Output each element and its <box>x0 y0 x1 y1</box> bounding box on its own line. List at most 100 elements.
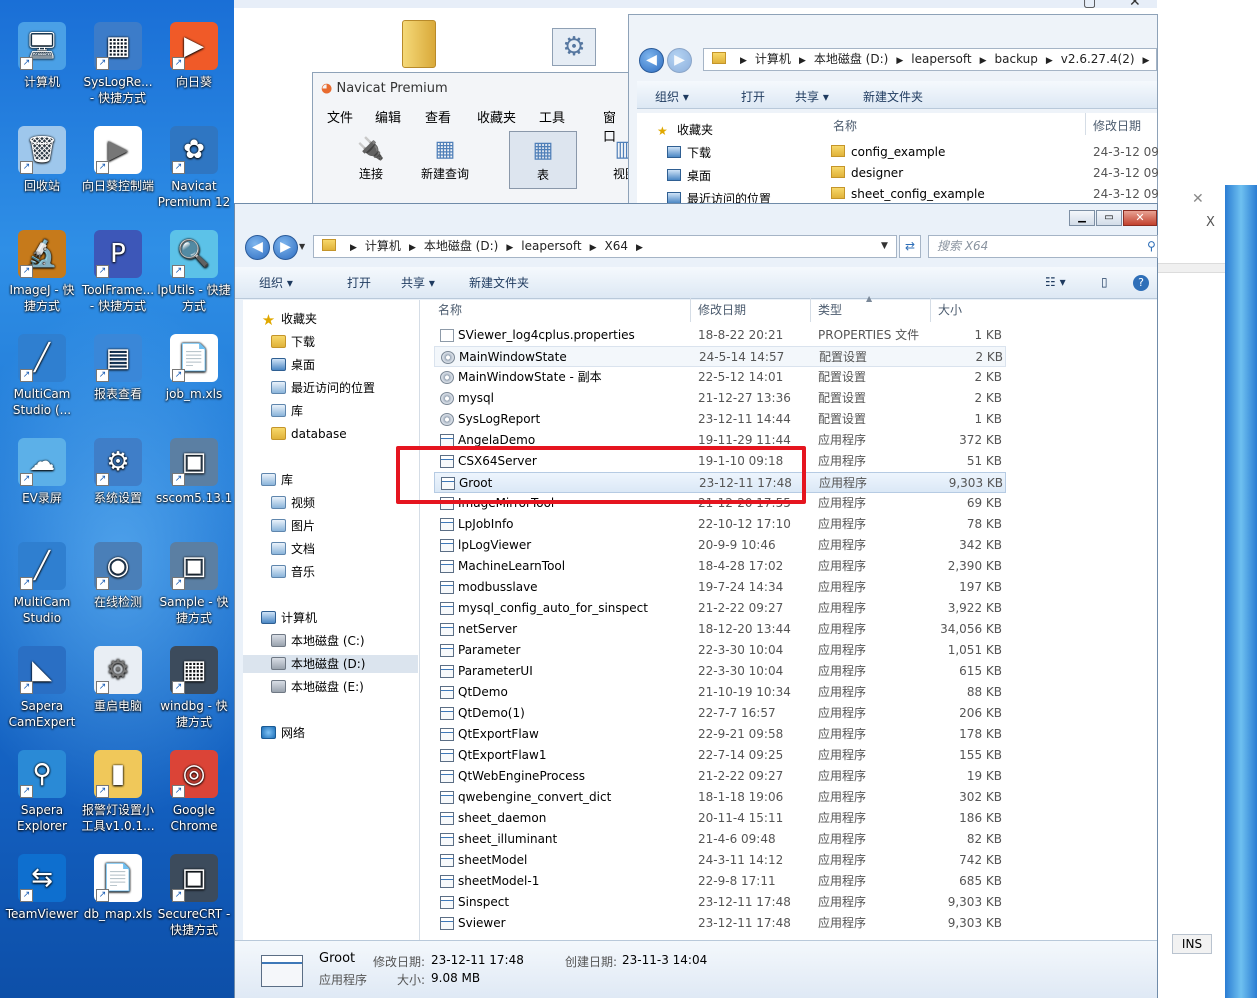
nav-item[interactable]: 下载 <box>271 333 315 351</box>
column-header-type[interactable]: 类型 <box>818 298 842 322</box>
nav-item[interactable]: 本地磁盘 (E:) <box>271 678 364 696</box>
file-row[interactable]: mysql 21-12-27 13:36 配置设置 2 KB <box>434 388 1006 409</box>
back-button[interactable]: ◀ <box>639 48 664 73</box>
menu-item[interactable]: 文件 <box>327 107 353 126</box>
desktop-icon[interactable]: ▶ ↗ 向日葵 <box>156 22 232 90</box>
file-row[interactable]: modbusslave 19-7-24 14:34 应用程序 197 KB <box>434 577 1006 598</box>
nav-item[interactable]: 视频 <box>271 494 315 512</box>
file-row[interactable]: lpLogViewer 20-9-9 10:46 应用程序 342 KB <box>434 535 1006 556</box>
breadcrumb-separator-icon[interactable]: ▶ <box>740 56 747 66</box>
menu-item[interactable]: 收藏夹 <box>477 107 516 126</box>
toolbar-item[interactable]: 共享 ▾ <box>795 88 829 105</box>
desktop-icon[interactable]: 🔍 ↗ lpUtils - 快捷方式 <box>156 230 232 314</box>
file-row[interactable]: QtDemo(1) 22-7-7 16:57 应用程序 206 KB <box>434 703 1006 724</box>
back-button[interactable]: ◀ <box>245 235 270 260</box>
toolbar-item[interactable]: 打开 <box>741 88 765 105</box>
forward-button[interactable]: ▶ <box>667 48 692 73</box>
menu-item[interactable]: 查看 <box>425 107 451 126</box>
desktop-icon[interactable]: ◣ ↗ Sapera CamExpert <box>4 646 80 730</box>
toolbar-button[interactable]: ▦ 表 <box>509 131 577 189</box>
breadcrumb-item[interactable]: 计算机 <box>755 52 791 66</box>
nav-item[interactable]: ★ 收藏夹 <box>261 310 317 328</box>
file-row[interactable]: MainWindowState 24-5-14 14:57 配置设置 2 KB <box>434 346 1006 367</box>
file-row[interactable]: ParameterUI 22-3-30 10:04 应用程序 615 KB <box>434 661 1006 682</box>
breadcrumb-item[interactable]: backup <box>995 52 1038 66</box>
nav-item[interactable]: 桌面 <box>667 167 711 184</box>
desktop-icon[interactable]: ◉ ↗ 在线检测 <box>80 542 156 610</box>
maximize-button[interactable]: ▭ <box>1096 210 1122 226</box>
toolbar-item[interactable]: 组织 ▾ <box>655 88 689 105</box>
column-header-date[interactable]: 修改日期 <box>1093 117 1141 134</box>
breadcrumb-item[interactable]: 本地磁盘 (D:) <box>814 52 888 66</box>
file-row[interactable]: SysLogReport 23-12-11 14:44 配置设置 1 KB <box>434 409 1006 430</box>
file-row[interactable]: Parameter 22-3-30 10:04 应用程序 1,051 KB <box>434 640 1006 661</box>
close-icon[interactable]: ✕ <box>1192 191 1204 207</box>
toolbar-item[interactable]: 新建文件夹 <box>863 88 923 105</box>
search-input[interactable]: 搜索 X64 <box>928 235 1158 258</box>
desktop-icon[interactable]: ☁ ↗ EV录屏 <box>4 438 80 506</box>
list-item[interactable]: sheet_config_example 24-3-12 09 <box>831 187 1161 201</box>
file-row[interactable]: QtDemo 21-10-19 10:34 应用程序 88 KB <box>434 682 1006 703</box>
settings-icon[interactable]: ⚙ <box>552 28 596 66</box>
file-row[interactable]: QtExportFlaw 22-9-21 09:58 应用程序 178 KB <box>434 724 1006 745</box>
breadcrumb-separator-icon[interactable]: ▶ <box>350 243 357 253</box>
column-header-size[interactable]: 大小 <box>938 298 962 322</box>
nav-item[interactable]: ★ 收藏夹 <box>657 121 713 138</box>
breadcrumb-separator-icon[interactable]: ▶ <box>980 56 987 66</box>
address-bar[interactable]: ▶ 计算机 ▶ 本地磁盘 (D:) ▶ leapersoft ▶ X64 ▶ <box>313 235 897 258</box>
toolbar-item[interactable]: 组织 ▾ <box>259 274 293 291</box>
breadcrumb-item[interactable]: v2.6.27.4(2) <box>1061 52 1135 66</box>
breadcrumb-separator-icon[interactable]: ▶ <box>590 243 597 253</box>
breadcrumb-item[interactable]: 计算机 <box>365 239 401 253</box>
desktop-icon[interactable]: ▤ ↗ 报表查看 <box>80 334 156 402</box>
desktop-icon[interactable]: ▮ ↗ 报警灯设置小工具v1.0.1... <box>80 750 156 834</box>
desktop-icon[interactable]: 🖥 ↗ 计算机 <box>4 22 80 90</box>
file-row[interactable]: QtExportFlaw1 22-7-14 09:25 应用程序 155 KB <box>434 745 1006 766</box>
nav-item[interactable]: 文档 <box>271 540 315 558</box>
breadcrumb-separator-icon[interactable]: ▶ <box>409 243 416 253</box>
desktop-icon[interactable]: ╱ ↗ MultiCam Studio (... <box>4 334 80 418</box>
backup-address-bar[interactable]: ▶ 计算机 ▶ 本地磁盘 (D:) ▶ leapersoft ▶ backup ▶ v2.6.27… <box>703 48 1157 71</box>
desktop-icon[interactable]: ◎ ↗ Google Chrome <box>156 750 232 834</box>
forward-button[interactable]: ▶ <box>273 235 298 260</box>
desktop-icon[interactable]: ╱ ↗ MultiCam Studio <box>4 542 80 626</box>
desktop-icon[interactable]: ⚙ ↗ 系统设置 <box>80 438 156 506</box>
column-header-name[interactable]: 名称 <box>833 117 857 134</box>
toolbar-button[interactable]: ▦ 新建查询 <box>413 131 477 189</box>
file-row[interactable]: sheetModel-1 22-9-8 17:11 应用程序 685 KB <box>434 871 1006 892</box>
breadcrumb-item[interactable]: leapersoft <box>521 239 581 253</box>
desktop-icon[interactable]: ⚙ ↗ 重启电脑 <box>80 646 156 714</box>
desktop-icon[interactable]: 🔬 ↗ ImageJ - 快捷方式 <box>4 230 80 314</box>
preview-pane-icon[interactable]: ▯ <box>1101 275 1108 289</box>
breadcrumb-separator-icon[interactable]: ▶ <box>1143 56 1150 66</box>
toolbar-item[interactable]: 共享 ▾ <box>401 274 435 291</box>
nav-item[interactable]: 本地磁盘 (C:) <box>271 632 365 650</box>
desktop-icon[interactable]: ▣ ↗ Sample - 快捷方式 <box>156 542 232 626</box>
desktop-icon[interactable]: ▦ ↗ SysLogRe... - 快捷方式 <box>80 22 156 106</box>
menu-item[interactable]: 编辑 <box>375 107 401 126</box>
history-dropdown-icon[interactable]: ▼ <box>299 242 305 251</box>
nav-item[interactable]: 音乐 <box>271 563 315 581</box>
breadcrumb-separator-icon[interactable]: ▶ <box>799 56 806 66</box>
view-options-icon[interactable]: ☷ ▾ <box>1045 275 1066 289</box>
nav-item[interactable]: 网络 <box>261 724 305 742</box>
nav-item[interactable]: 最近访问的位置 <box>271 379 375 397</box>
nav-item[interactable]: 库 <box>261 471 293 489</box>
file-row[interactable]: qwebengine_convert_dict 18-1-18 19:06 应用程序… <box>434 787 1006 808</box>
desktop-icon[interactable]: ▦ ↗ windbg - 快捷方式 <box>156 646 232 730</box>
file-row[interactable]: MainWindowState - 副本 22-5-12 14:01 配置设置 2 K… <box>434 367 1006 388</box>
toolbar-item[interactable]: 打开 <box>347 274 371 291</box>
nav-item[interactable]: 计算机 <box>261 609 317 627</box>
file-row[interactable]: sheet_daemon 20-11-4 15:11 应用程序 186 KB <box>434 808 1006 829</box>
breadcrumb-separator-icon[interactable]: ▶ <box>636 243 643 253</box>
list-item[interactable]: designer 24-3-12 09 <box>831 166 1161 180</box>
minimize-button[interactable]: ▁ <box>1069 210 1095 226</box>
breadcrumb-separator-icon[interactable]: ▶ <box>896 56 903 66</box>
maximize-icon[interactable]: ▢ <box>1083 0 1096 10</box>
column-header-name[interactable]: 名称 <box>438 298 462 322</box>
folder-icon[interactable] <box>402 20 436 68</box>
desktop-icon[interactable]: ⇆ ↗ TeamViewer <box>4 854 80 922</box>
nav-item[interactable]: 下载 <box>667 144 711 161</box>
close-icon[interactable]: X <box>1206 215 1215 230</box>
breadcrumb-item[interactable]: X64 <box>605 239 629 253</box>
